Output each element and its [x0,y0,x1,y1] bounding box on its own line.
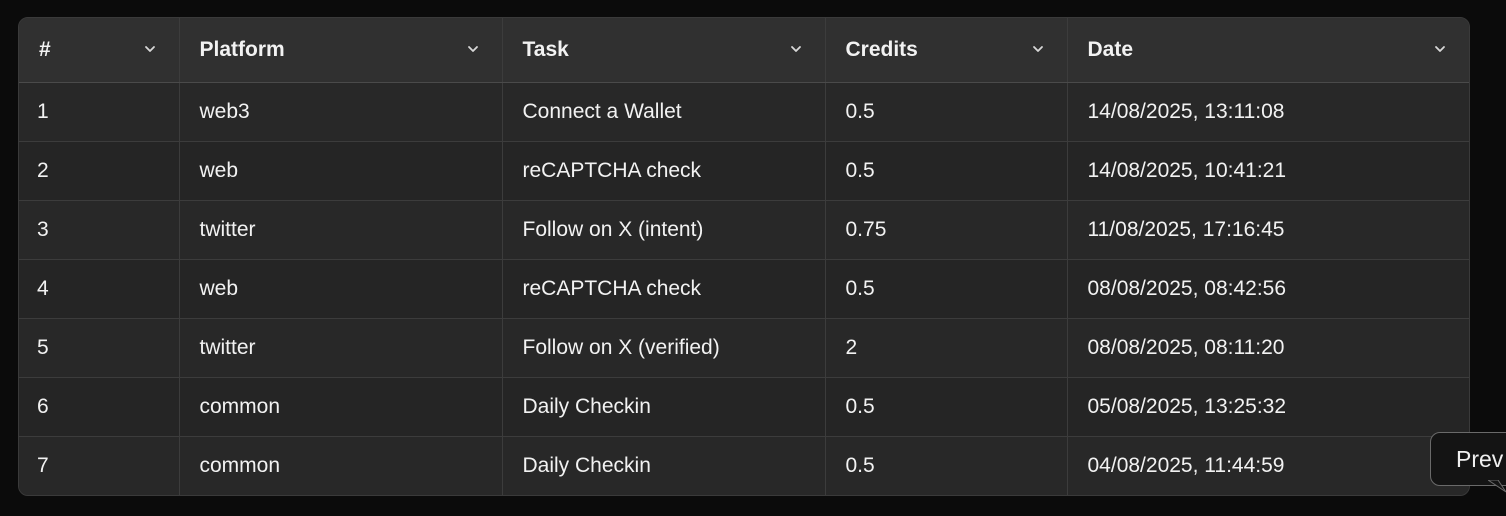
chevron-down-icon[interactable] [466,42,480,56]
data-table: # Platform Task Credits Date 1 web3 Conn… [19,18,1469,495]
cell-platform: web3 [179,82,503,142]
tooltip-text: Prev [1456,446,1504,472]
credits-history-table: # Platform Task Credits Date 1 web3 Conn… [18,17,1470,496]
cell-platform: web [179,141,503,201]
cell-number: 3 [19,200,180,260]
cell-credits: 0.5 [825,377,1068,437]
table-row[interactable]: 4 web reCAPTCHA check 0.5 08/08/2025, 08… [19,259,1469,319]
column-header-task[interactable]: Task [502,18,826,83]
chevron-down-icon[interactable] [1031,42,1045,56]
cell-credits: 0.5 [825,436,1068,495]
cell-credits: 0.5 [825,259,1068,319]
cell-number: 5 [19,318,180,378]
column-header-label: Credits [845,38,918,61]
chevron-down-icon[interactable] [143,42,157,56]
table-row[interactable]: 2 web reCAPTCHA check 0.5 14/08/2025, 10… [19,141,1469,201]
chevron-down-icon[interactable] [789,42,803,56]
column-header-label: Task [522,38,569,61]
table-row[interactable]: 6 common Daily Checkin 0.5 05/08/2025, 1… [19,377,1469,437]
cell-credits: 0.5 [825,82,1068,142]
cell-number: 1 [19,82,180,142]
cell-number: 6 [19,377,180,437]
cell-task: reCAPTCHA check [502,141,826,201]
table-body: 1 web3 Connect a Wallet 0.5 14/08/2025, … [19,82,1469,495]
column-header-date[interactable]: Date [1067,18,1469,83]
cell-date: 14/08/2025, 13:11:08 [1067,82,1469,142]
cell-credits: 2 [825,318,1068,378]
column-header-credits[interactable]: Credits [825,18,1068,83]
cell-date: 14/08/2025, 10:41:21 [1067,141,1469,201]
cell-task: Follow on X (intent) [502,200,826,260]
column-header-label: Platform [199,38,285,61]
table-row[interactable]: 5 twitter Follow on X (verified) 2 08/08… [19,318,1469,378]
cell-number: 2 [19,141,180,201]
chevron-down-icon[interactable] [1433,42,1447,56]
cell-task: Connect a Wallet [502,82,826,142]
cell-credits: 0.5 [825,141,1068,201]
cell-task: Follow on X (verified) [502,318,826,378]
cell-platform: twitter [179,318,503,378]
tooltip: Prev [1430,432,1506,486]
cell-platform: web [179,259,503,319]
column-header-number[interactable]: # [19,18,180,83]
cell-platform: common [179,377,503,437]
cell-number: 4 [19,259,180,319]
cell-platform: twitter [179,200,503,260]
cell-date: 11/08/2025, 17:16:45 [1067,200,1469,260]
table-row[interactable]: 1 web3 Connect a Wallet 0.5 14/08/2025, … [19,82,1469,142]
cell-date: 08/08/2025, 08:11:20 [1067,318,1469,378]
table-row[interactable]: 3 twitter Follow on X (intent) 0.75 11/0… [19,200,1469,260]
cell-platform: common [179,436,503,495]
column-header-label: Date [1087,38,1134,61]
table-header: # Platform Task Credits Date [19,18,1469,83]
cell-credits: 0.75 [825,200,1068,260]
cell-task: reCAPTCHA check [502,259,826,319]
cell-date: 05/08/2025, 13:25:32 [1067,377,1469,437]
cell-date: 04/08/2025, 11:44:59 [1067,436,1469,495]
cell-number: 7 [19,436,180,495]
cell-task: Daily Checkin [502,436,826,495]
table-row[interactable]: 7 common Daily Checkin 0.5 04/08/2025, 1… [19,436,1469,495]
cell-task: Daily Checkin [502,377,826,437]
column-header-label: # [39,38,51,61]
header-row: # Platform Task Credits Date [19,18,1469,83]
cell-date: 08/08/2025, 08:42:56 [1067,259,1469,319]
column-header-platform[interactable]: Platform [179,18,503,83]
tooltip-tail [1488,480,1506,493]
